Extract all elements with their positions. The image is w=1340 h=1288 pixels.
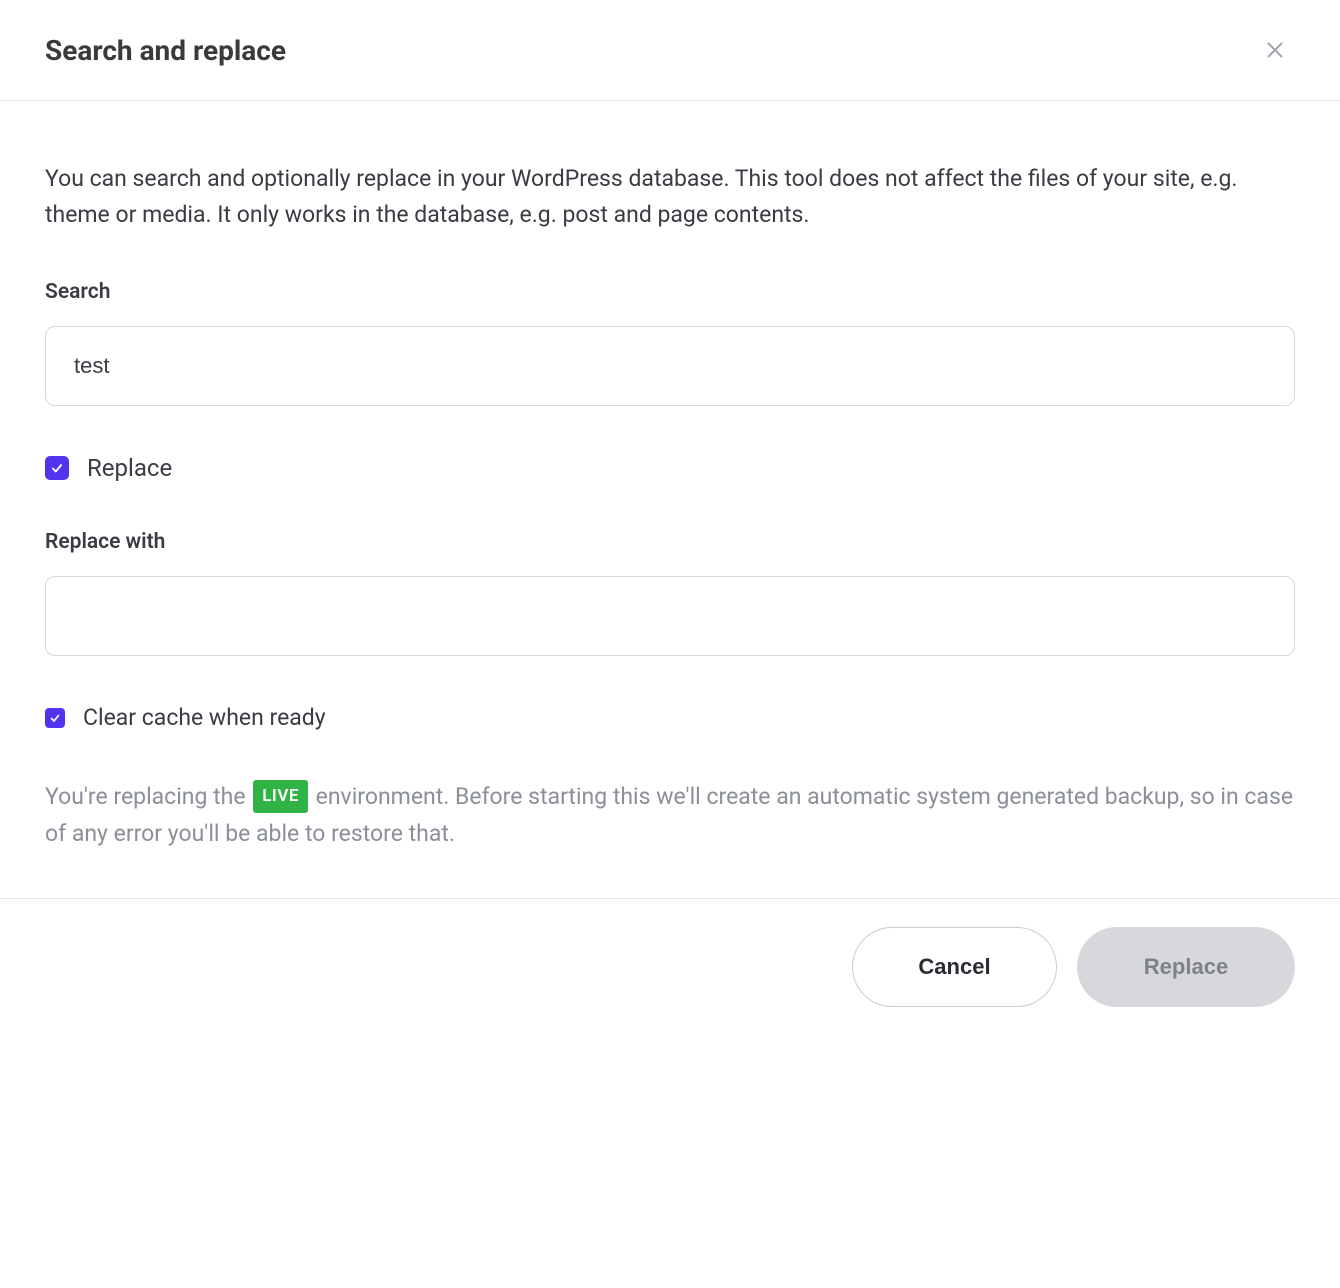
replace-with-input[interactable] bbox=[45, 576, 1295, 656]
dialog-footer: Cancel Replace bbox=[0, 898, 1340, 1035]
replace-button[interactable]: Replace bbox=[1077, 927, 1295, 1007]
replace-checkbox[interactable] bbox=[45, 456, 69, 480]
close-button[interactable] bbox=[1255, 30, 1295, 70]
clear-cache-row: Clear cache when ready bbox=[45, 704, 1295, 731]
replace-with-field-group: Replace with bbox=[45, 530, 1295, 656]
replace-toggle-row: Replace bbox=[45, 454, 1295, 482]
dialog-title: Search and replace bbox=[45, 34, 286, 67]
checkmark-icon bbox=[49, 712, 61, 724]
replace-checkbox-label: Replace bbox=[87, 454, 172, 482]
cancel-button[interactable]: Cancel bbox=[852, 927, 1057, 1007]
env-badge: LIVE bbox=[253, 780, 308, 813]
clear-cache-label: Clear cache when ready bbox=[83, 704, 326, 731]
environment-note: You're replacing the LIVE environment. B… bbox=[45, 779, 1295, 853]
search-field-group: Search bbox=[45, 280, 1295, 406]
search-input[interactable] bbox=[45, 326, 1295, 406]
search-label: Search bbox=[45, 280, 1295, 304]
replace-with-label: Replace with bbox=[45, 530, 1295, 554]
clear-cache-checkbox[interactable] bbox=[45, 708, 65, 728]
dialog-header: Search and replace bbox=[0, 0, 1340, 101]
close-icon bbox=[1264, 39, 1286, 61]
dialog-body: You can search and optionally replace in… bbox=[0, 101, 1340, 898]
checkmark-icon bbox=[50, 461, 64, 475]
note-prefix: You're replacing the bbox=[45, 783, 251, 810]
dialog-description: You can search and optionally replace in… bbox=[45, 161, 1295, 232]
